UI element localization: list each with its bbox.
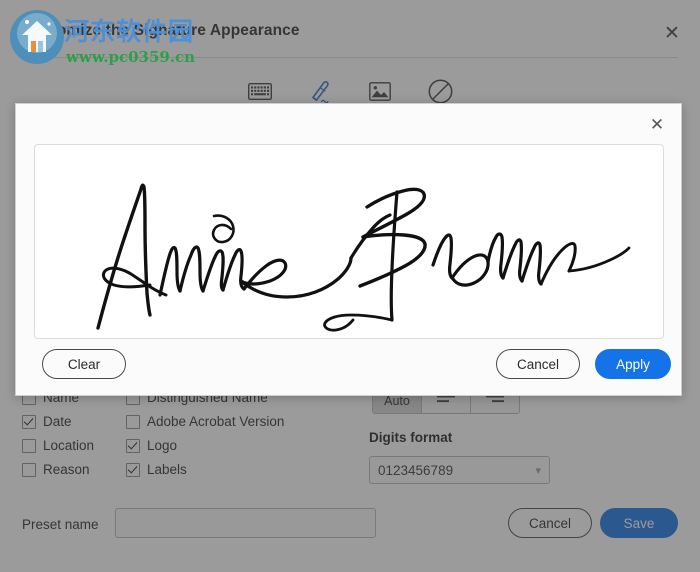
cancel-button[interactable]: Cancel	[496, 349, 580, 379]
draw-signature-modal: ✕ Clear Cancel Apply	[15, 103, 682, 396]
close-icon[interactable]: ✕	[646, 114, 668, 136]
signature-strokes	[96, 183, 631, 332]
signature-modal-footer: Clear Cancel Apply	[16, 339, 681, 395]
apply-button[interactable]: Apply	[595, 349, 671, 379]
signature-drawing-canvas[interactable]	[34, 144, 664, 339]
signature-baseline	[95, 319, 605, 320]
clear-button[interactable]: Clear	[42, 349, 126, 379]
